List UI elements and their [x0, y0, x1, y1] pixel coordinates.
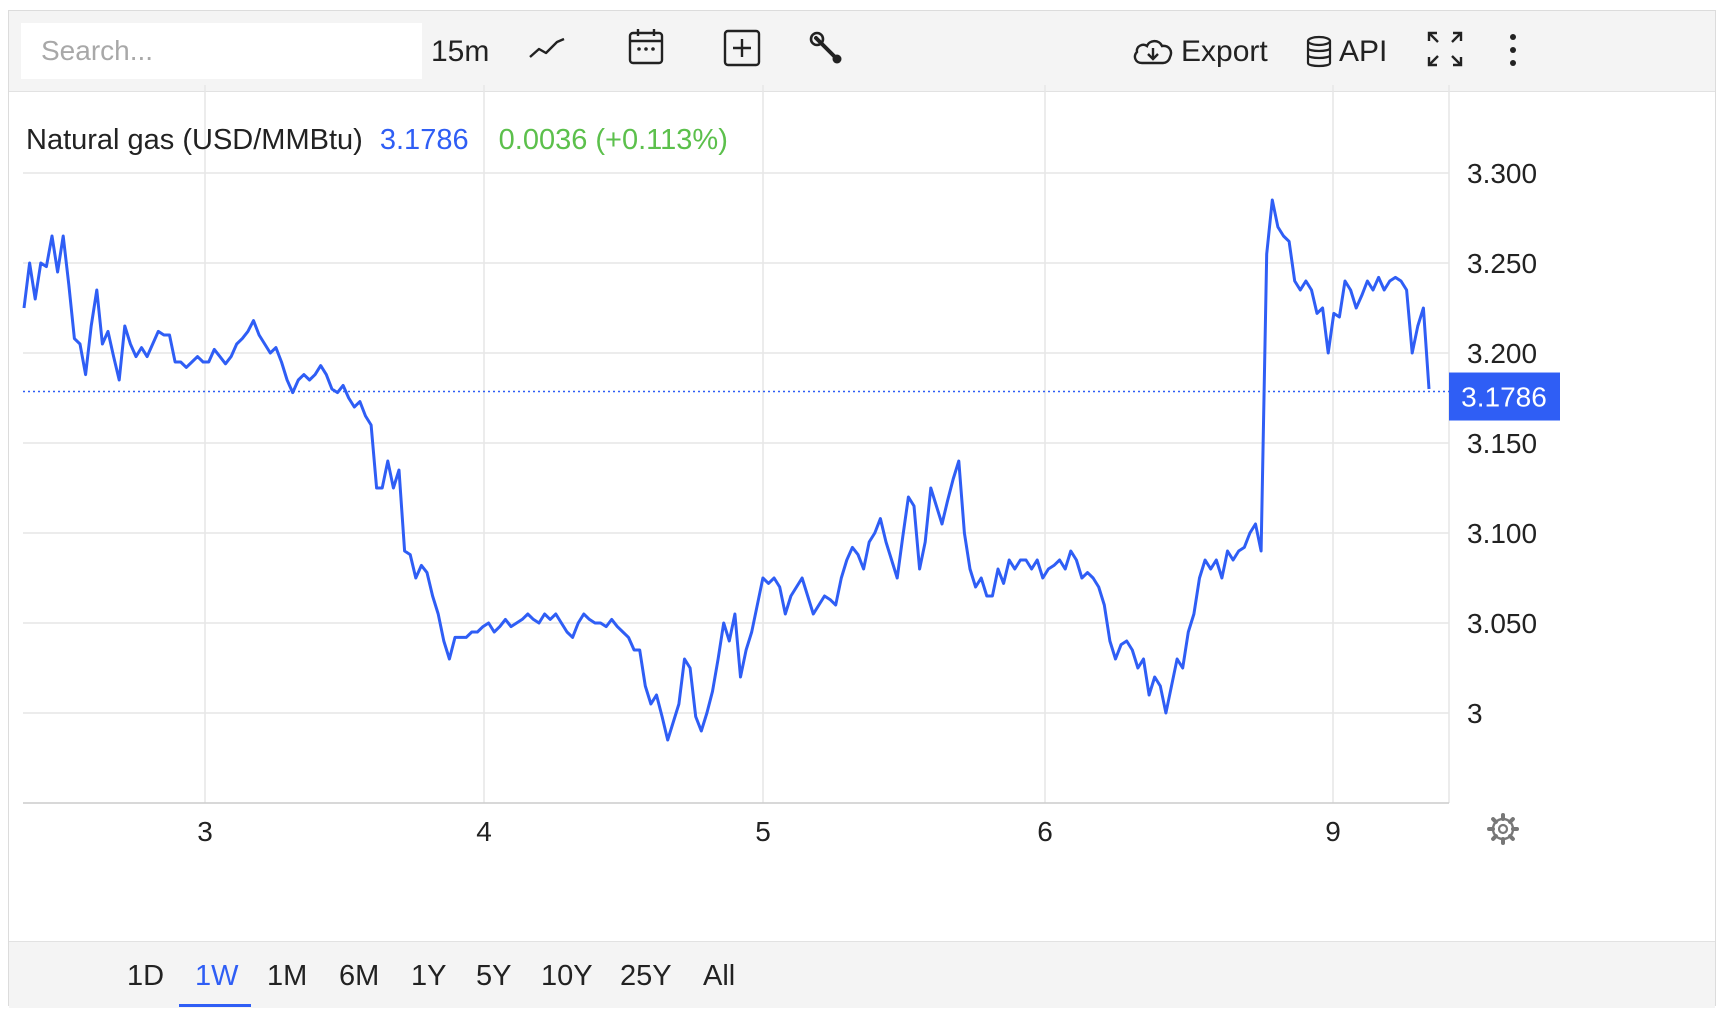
gear-tooth — [1491, 817, 1498, 824]
gear-tooth — [1491, 834, 1498, 841]
legend: Natural gas (USD/MMBtu) 3.1786 0.0036 (+… — [26, 124, 728, 156]
legend-change: 0.0036 (+0.113%) — [499, 124, 728, 156]
chart-grid — [23, 85, 1450, 804]
range-button-all[interactable]: All — [703, 960, 735, 993]
range-button-10y[interactable]: 10Y — [541, 960, 593, 993]
y-tick-label: 3.200 — [1467, 338, 1537, 369]
y-tick-label: 3.250 — [1467, 248, 1537, 279]
gear-tooth — [1508, 834, 1515, 841]
series-line — [22, 198, 1431, 742]
x-axis: 3 4 5 6 9 — [197, 816, 1341, 847]
x-tick-label: 9 — [1325, 816, 1341, 847]
y-axis: 3 3.050 3.100 3.150 3.200 3.250 3.300 — [1467, 158, 1537, 729]
x-tick-label: 3 — [197, 816, 213, 847]
range-selector: 1D 1W 1M 6M 1Y 5Y 10Y 25Y All — [9, 941, 1715, 1008]
x-tick-label: 5 — [755, 816, 771, 847]
range-button-1w[interactable]: 1W — [195, 960, 239, 993]
legend-name: Natural gas (USD/MMBtu) — [26, 124, 363, 156]
range-button-1d[interactable]: 1D — [127, 960, 164, 993]
gear-icon[interactable] — [1487, 813, 1519, 845]
price-chart[interactable]: 3 4 5 6 9 3 3.050 3.100 3.150 3.200 3.250 3.300 3.… — [9, 11, 1715, 941]
x-tick-label: 6 — [1037, 816, 1053, 847]
y-tick-label: 3.100 — [1467, 518, 1537, 549]
range-button-25y[interactable]: 25Y — [620, 960, 672, 993]
y-tick-label: 3.150 — [1467, 428, 1537, 459]
last-price-badge-label: 3.1786 — [1461, 382, 1547, 413]
range-button-1m[interactable]: 1M — [267, 960, 307, 993]
chart-widget: 15m — [8, 10, 1716, 1008]
active-range-underline — [179, 1004, 251, 1007]
range-button-5y[interactable]: 5Y — [476, 960, 511, 993]
range-button-1y[interactable]: 1Y — [411, 960, 446, 993]
y-tick-label: 3.300 — [1467, 158, 1537, 189]
legend-price: 3.1786 — [380, 124, 469, 156]
range-button-6m[interactable]: 6M — [339, 960, 379, 993]
gear-tooth — [1508, 817, 1515, 824]
x-tick-label: 4 — [476, 816, 492, 847]
y-tick-label: 3 — [1467, 698, 1483, 729]
last-price-badge: 3.1786 — [1449, 372, 1560, 421]
y-tick-label: 3.050 — [1467, 608, 1537, 639]
